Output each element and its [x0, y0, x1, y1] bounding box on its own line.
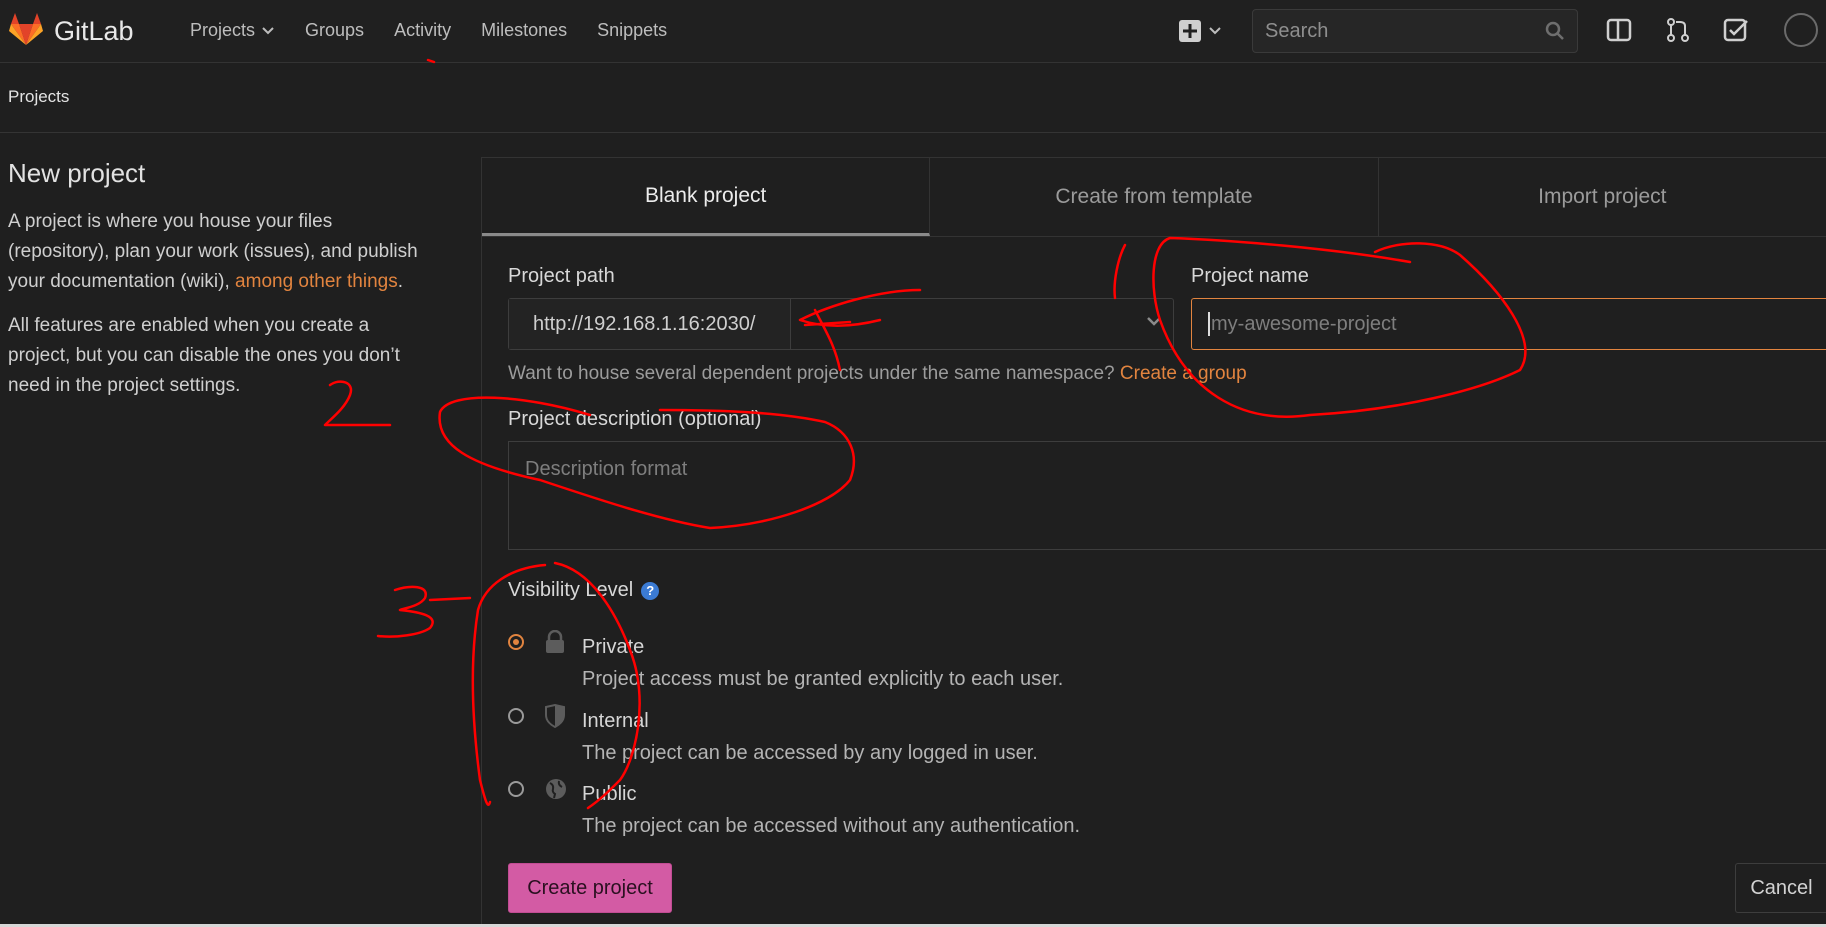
main-nav: Projects Groups Activity Milestones Snip… [190, 20, 667, 41]
tab-blank-project[interactable]: Blank project [482, 158, 931, 236]
nav-activity[interactable]: Activity [394, 20, 451, 41]
among-other-things-link[interactable]: among other things [235, 271, 398, 292]
brand[interactable]: GitLab [8, 12, 134, 51]
project-description-input[interactable]: Description format [508, 441, 1826, 550]
radio-private[interactable] [508, 634, 524, 650]
new-project-panel: Blank project Create from template Impor… [481, 157, 1826, 927]
annotation-number-3 [376, 585, 472, 638]
path-prefix: http://192.168.1.16:2030/ [509, 299, 791, 349]
intro-end: . [397, 271, 403, 292]
breadcrumb-projects[interactable]: Projects [8, 87, 69, 107]
nav-groups[interactable]: Groups [305, 20, 364, 41]
breadcrumb: Projects [0, 63, 1826, 133]
private-title: Private [582, 636, 645, 658]
internal-title: Internal [582, 710, 649, 732]
chevron-down-icon [1147, 317, 1161, 326]
nav-projects-label: Projects [190, 20, 256, 40]
project-name-label: Project name [1191, 265, 1309, 287]
project-path-label: Project path [508, 265, 615, 287]
intro-paragraph: A project is where you house your files … [8, 207, 428, 297]
public-description: The project can be accessed without any … [582, 815, 1081, 837]
description-placeholder: Description format [525, 458, 688, 480]
create-group-link[interactable]: Create a group [1120, 363, 1247, 384]
top-navbar: GitLab Projects Groups Activity Mileston… [0, 0, 1826, 63]
intro-column: New project A project is where you house… [8, 150, 428, 415]
help-question-icon[interactable]: ? [641, 581, 660, 600]
namespace-select[interactable] [791, 299, 1173, 349]
nav-projects[interactable]: Projects [190, 20, 275, 41]
project-tabs: Blank project Create from template Impor… [482, 157, 1826, 237]
nav-snippets[interactable]: Snippets [597, 20, 667, 41]
page-title: New project [8, 158, 146, 188]
tab-create-from-template[interactable]: Create from template [930, 158, 1379, 236]
globe-icon [546, 779, 566, 799]
gitlab-logo-icon [8, 12, 44, 51]
plus-square-icon [1179, 20, 1201, 42]
create-project-button[interactable]: Create project [508, 863, 672, 913]
search-placeholder: Search [1265, 19, 1329, 42]
project-path-field: http://192.168.1.16:2030/ [508, 298, 1174, 350]
group-help-text: Want to house several dependent projects… [508, 363, 1247, 385]
radio-internal[interactable] [508, 708, 524, 724]
avatar[interactable] [1784, 13, 1818, 47]
app-name: GitLab [54, 16, 134, 46]
project-name-placeholder: my-awesome-project [1211, 312, 1397, 335]
project-description-label: Project description (optional) [508, 408, 762, 430]
visibility-level-label: Visibility Level ? [508, 579, 660, 602]
shield-icon [545, 704, 565, 728]
private-description: Project access must be granted explicitl… [582, 668, 1064, 690]
merge-request-icon[interactable] [1665, 17, 1691, 43]
help-text: Want to house several dependent projects… [508, 363, 1120, 384]
text-caret [1208, 312, 1210, 336]
internal-description: The project can be accessed by any logge… [582, 742, 1038, 764]
features-paragraph: All features are enabled when you create… [8, 315, 400, 396]
todo-icon[interactable] [1723, 17, 1749, 43]
cancel-button[interactable]: Cancel [1735, 863, 1826, 913]
project-name-input[interactable]: my-awesome-project [1191, 298, 1826, 350]
sidebar-toggle-icon[interactable] [1606, 17, 1632, 43]
radio-public[interactable] [508, 781, 524, 797]
chevron-down-icon [262, 26, 274, 34]
visibility-label-text: Visibility Level [508, 579, 634, 601]
new-item-dropdown[interactable] [1178, 16, 1228, 46]
public-title: Public [582, 783, 637, 805]
search-input[interactable]: Search [1252, 9, 1578, 53]
nav-milestones[interactable]: Milestones [481, 20, 567, 41]
search-icon [1545, 21, 1564, 40]
lock-icon [546, 630, 564, 653]
chevron-down-icon [1209, 27, 1221, 35]
tab-import-project[interactable]: Import project [1379, 158, 1826, 236]
